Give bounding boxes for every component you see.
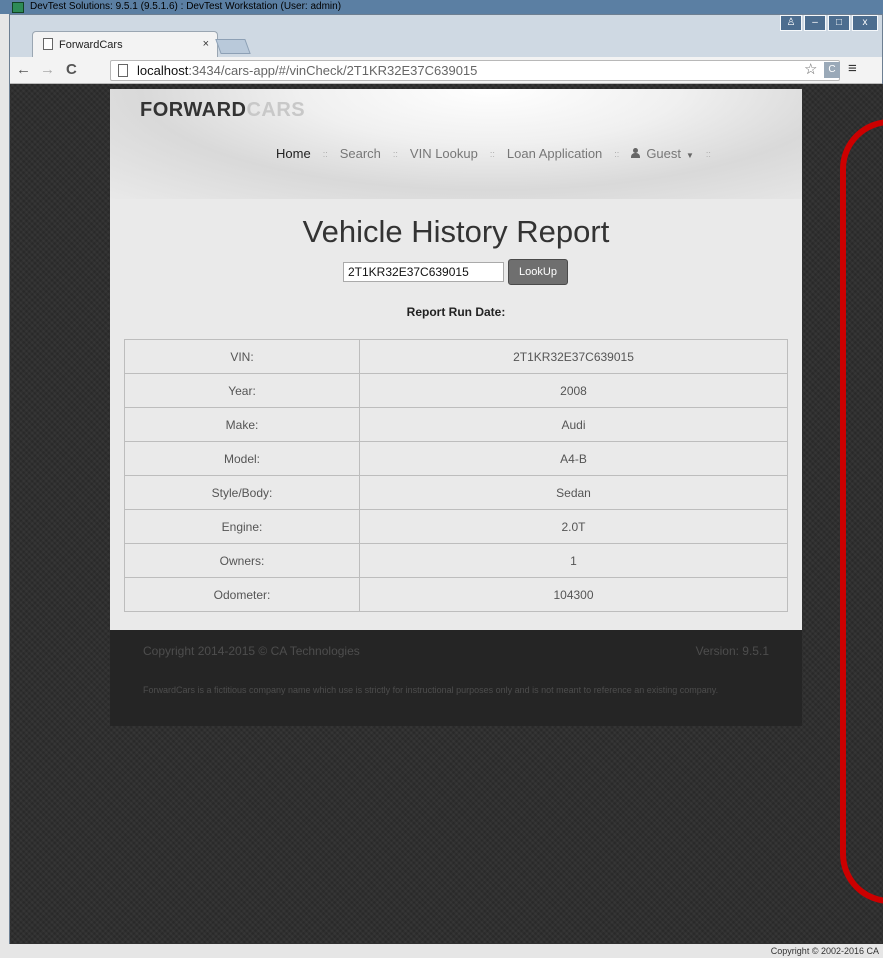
table-row: Year: 2008	[124, 373, 788, 408]
tab-title: ForwardCars	[59, 39, 123, 51]
vehicle-report-table: VIN: 2T1KR32E37C639015 Year: 2008 Make: Aud…	[124, 339, 788, 612]
table-row: Style/Body: Sedan	[124, 475, 788, 510]
user-icon	[631, 148, 641, 158]
table-row: Owners: 1	[124, 543, 788, 578]
main-nav: Home :: Search :: VIN Lookup :: Loan App…	[276, 146, 723, 161]
chevron-down-icon: ▼	[686, 151, 694, 160]
row-value: 104300	[359, 577, 788, 612]
footer-disclaimer: ForwardCars is a fictitious company name…	[143, 685, 719, 695]
row-value: A4-B	[359, 441, 788, 476]
vin-search-row: LookUp	[343, 259, 568, 285]
footer-copyright: Copyright 2014-2015 © CA Technologies	[143, 644, 360, 658]
table-row: Odometer: 104300	[124, 577, 788, 612]
table-row: Model: A4-B	[124, 441, 788, 476]
host-app-icon	[12, 2, 24, 13]
nav-separator: ::	[705, 148, 711, 159]
row-value: 2T1KR32E37C639015	[359, 339, 788, 374]
report-run-date-label: Report Run Date:	[406, 305, 506, 319]
browser-tab[interactable]: ForwardCars ×	[32, 31, 218, 57]
host-app-status-text: Copyright © 2002-2016 CA	[0, 944, 883, 958]
host-app-title-bar: DevTest Solutions: 9.5.1 (9.5.1.6) : Dev…	[0, 0, 883, 14]
nav-vin-lookup[interactable]: VIN Lookup	[410, 146, 478, 161]
main-card: FORWARDCARS Home :: Search :: VIN Lookup…	[110, 89, 802, 630]
tab-strip: ForwardCars ×	[10, 29, 882, 57]
nav-search[interactable]: Search	[340, 146, 381, 161]
chrome-menu-icon[interactable]: ≡	[848, 60, 857, 77]
nav-separator: ::	[489, 148, 495, 159]
row-key: Owners:	[124, 543, 360, 578]
row-key: Odometer:	[124, 577, 360, 612]
row-value: 2.0T	[359, 509, 788, 544]
row-key: Year:	[124, 373, 360, 408]
row-key: Engine:	[124, 509, 360, 544]
table-row: Make: Audi	[124, 407, 788, 442]
red-highlight-annotation	[840, 119, 883, 904]
row-key: Style/Body:	[124, 475, 360, 510]
nav-loan-application[interactable]: Loan Application	[507, 146, 602, 161]
nav-guest-dropdown[interactable]: Guest ▼	[631, 146, 694, 161]
row-key: VIN:	[124, 339, 360, 374]
forward-arrow-icon[interactable]: →	[40, 62, 55, 78]
table-row: Engine: 2.0T	[124, 509, 788, 544]
page-icon	[43, 38, 53, 50]
site-header: FORWARDCARS Home :: Search :: VIN Lookup…	[110, 89, 802, 199]
extension-icon[interactable]: C	[824, 62, 840, 78]
row-value: Audi	[359, 407, 788, 442]
url-host: localhost	[137, 63, 189, 78]
tab-close-icon[interactable]: ×	[203, 38, 209, 50]
address-bar[interactable]: localhost:3434/cars-app/#/vinCheck/2T1KR…	[110, 60, 840, 81]
site-footer: Copyright 2014-2015 © CA Technologies Ve…	[110, 630, 802, 726]
row-key: Make:	[124, 407, 360, 442]
nav-separator: ::	[392, 148, 398, 159]
browser-toolbar: ← → C localhost:3434/cars-app/#/vinCheck…	[10, 57, 882, 84]
back-arrow-icon[interactable]: ←	[16, 62, 31, 78]
nav-separator: ::	[322, 148, 328, 159]
row-key: Model:	[124, 441, 360, 476]
url-path: :3434/cars-app/#/vinCheck/2T1KR32E37C639…	[188, 63, 478, 78]
page-info-icon	[118, 64, 128, 77]
lookup-button[interactable]: LookUp	[508, 259, 568, 285]
page-title: Vehicle History Report	[302, 214, 610, 249]
nav-separator: ::	[614, 148, 620, 159]
site-logo[interactable]: FORWARDCARS	[140, 99, 305, 122]
row-value: 1	[359, 543, 788, 578]
reload-icon[interactable]: C	[66, 62, 77, 78]
new-tab-button[interactable]	[215, 39, 251, 54]
footer-version: Version: 9.5.1	[695, 644, 769, 658]
row-value: Sedan	[359, 475, 788, 510]
page-viewport: FORWARDCARS Home :: Search :: VIN Lookup…	[10, 84, 883, 944]
bookmark-star-icon[interactable]: ☆	[804, 60, 817, 78]
table-row: VIN: 2T1KR32E37C639015	[124, 339, 788, 374]
vin-input[interactable]	[343, 262, 504, 282]
nav-home[interactable]: Home	[276, 146, 311, 161]
row-value: 2008	[359, 373, 788, 408]
